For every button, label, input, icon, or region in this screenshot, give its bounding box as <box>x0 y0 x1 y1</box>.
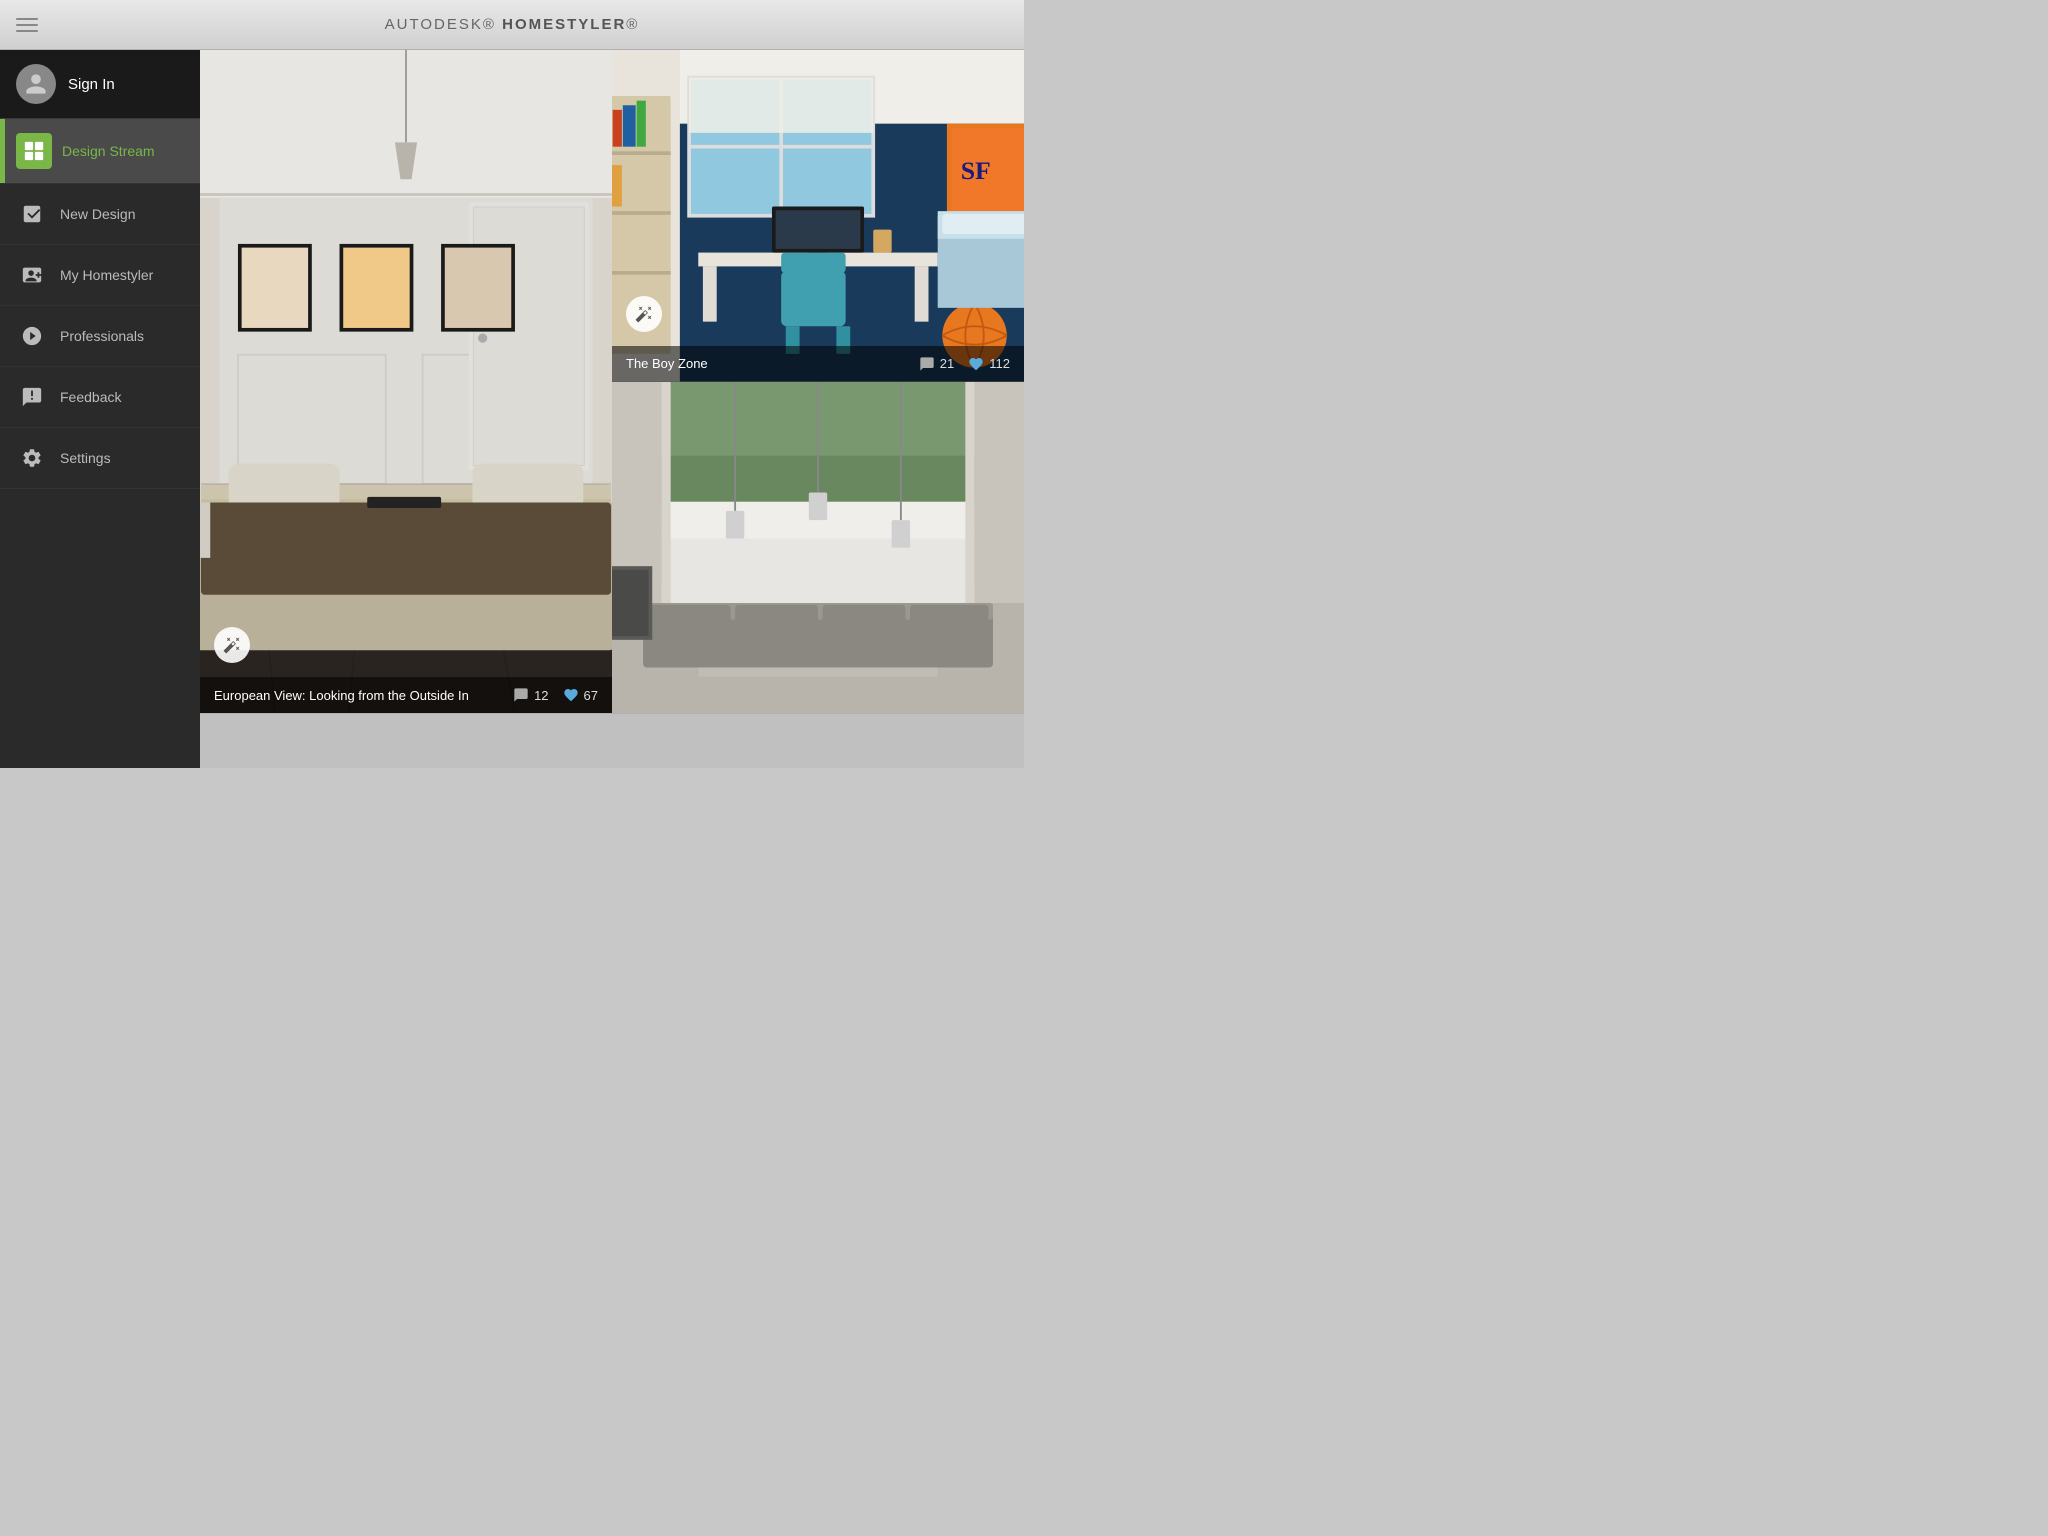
app-title: AUTODESK® HOMESTYLER® <box>385 16 640 33</box>
comment-stat: 21 <box>919 356 954 372</box>
magic-wand-badge-boy-zone <box>626 296 662 332</box>
card-living-room[interactable] <box>612 382 1024 714</box>
design-stream-icon <box>16 133 52 169</box>
sidebar-item-label: New Design <box>60 206 135 222</box>
bottom-strip <box>200 713 1024 768</box>
app-title-main: HOMESTYLER <box>502 16 626 33</box>
sidebar-item-label: My Homestyler <box>60 267 153 283</box>
boy-zone-scene: SF <box>612 50 1024 382</box>
card-stats: 12 67 <box>513 687 598 703</box>
sidebar-item-new-design[interactable]: New Design <box>0 184 200 245</box>
living-room-scene <box>612 382 1024 714</box>
sidebar-item-professionals[interactable]: Professionals <box>0 306 200 367</box>
top-bar: AUTODESK® HOMESTYLER® <box>0 0 1024 50</box>
design-grid: European View: Looking from the Outside … <box>200 50 1024 713</box>
sidebar-item-label: Professionals <box>60 328 144 344</box>
sign-in-header[interactable]: Sign In <box>0 50 200 119</box>
card-footer-european: European View: Looking from the Outside … <box>200 677 612 713</box>
sidebar-item-feedback[interactable]: Feedback <box>0 367 200 428</box>
avatar <box>16 64 56 104</box>
app-title-prefix: AUTODESK <box>385 16 483 33</box>
professionals-icon <box>16 320 48 352</box>
main-layout: Sign In Design Stream New Design <box>0 50 1024 768</box>
sidebar-item-label: Design Stream <box>62 143 155 159</box>
card-footer-boy-zone: The Boy Zone 21 112 <box>612 346 1024 382</box>
bedroom-scene <box>200 50 612 713</box>
card-stats: 21 112 <box>919 356 1010 372</box>
sidebar-item-label: Feedback <box>60 389 121 405</box>
card-title: European View: Looking from the Outside … <box>214 688 513 703</box>
sidebar-item-settings[interactable]: Settings <box>0 428 200 489</box>
my-homestyler-icon <box>16 259 48 291</box>
sidebar: Sign In Design Stream New Design <box>0 50 200 768</box>
comment-count: 21 <box>940 356 954 371</box>
sidebar-item-design-stream[interactable]: Design Stream <box>0 119 200 184</box>
feedback-icon <box>16 381 48 413</box>
like-count: 67 <box>584 688 598 703</box>
sign-in-label: Sign In <box>68 76 115 93</box>
sidebar-item-label: Settings <box>60 450 111 466</box>
comment-count: 12 <box>534 688 548 703</box>
comment-stat: 12 <box>513 687 548 703</box>
card-title: The Boy Zone <box>626 356 919 371</box>
card-boy-zone[interactable]: SF The Boy Zone <box>612 50 1024 382</box>
like-stat: 67 <box>563 687 598 703</box>
like-stat: 112 <box>968 356 1010 372</box>
settings-icon <box>16 442 48 474</box>
card-european-view[interactable]: European View: Looking from the Outside … <box>200 50 612 713</box>
magic-wand-badge <box>214 627 250 663</box>
new-design-icon <box>16 198 48 230</box>
like-count: 112 <box>989 356 1010 371</box>
sidebar-item-my-homestyler[interactable]: My Homestyler <box>0 245 200 306</box>
content-area: European View: Looking from the Outside … <box>200 50 1024 768</box>
menu-button[interactable] <box>16 18 38 32</box>
svg-text:SF: SF <box>961 156 991 185</box>
